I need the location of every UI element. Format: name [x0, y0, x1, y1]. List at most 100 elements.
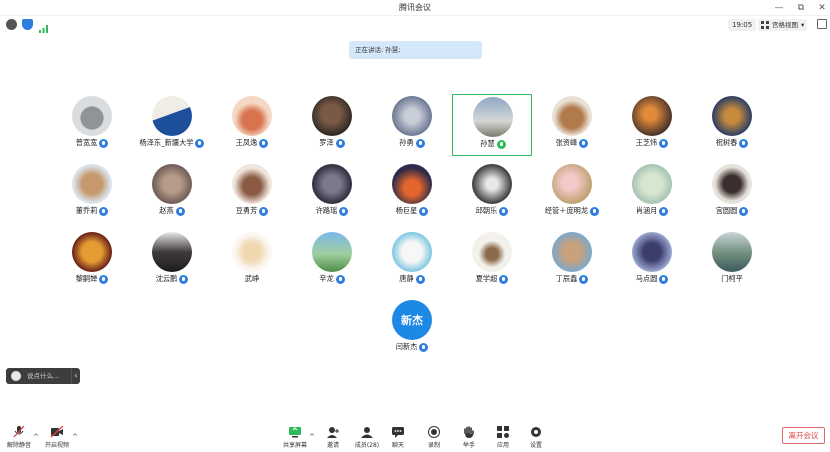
microphone-icon — [499, 206, 509, 216]
avatar — [632, 232, 672, 272]
microphone-icon — [659, 206, 669, 216]
fullscreen-icon[interactable] — [817, 19, 827, 29]
participant-name: 董乔莉 — [75, 206, 98, 215]
video-options-caret[interactable]: ^ — [72, 433, 78, 441]
leave-meeting-button[interactable]: 离开会议 — [782, 427, 825, 444]
participant-tile[interactable]: 肖涵月 — [612, 162, 692, 224]
participant-nameline: 罗泽 — [292, 138, 372, 148]
participant-tile[interactable]: 罗泽 — [292, 94, 372, 156]
collapse-chat-button[interactable]: ‹ — [71, 368, 80, 384]
bottom-toolbar: 解除静音 ^ 开启视频 ^ 共享屏幕 邀请 成员(28) 聊天 录制 举手 应用 设置 ^ 离… — [0, 424, 830, 452]
participant-tile[interactable]: 黎嗣婵 — [52, 230, 132, 292]
settings-button[interactable]: 设置 — [519, 426, 553, 450]
participant-tile[interactable]: 张资峰 — [532, 94, 612, 156]
participant-tile[interactable]: 赵燕 — [132, 162, 212, 224]
invite-icon — [327, 427, 339, 438]
participant-name: 唐静 — [399, 274, 414, 283]
participant-nameline: 张资峰 — [532, 138, 612, 148]
participant-tile[interactable]: 孙勇 — [372, 94, 452, 156]
participant-tile[interactable]: 普宽宽 — [52, 94, 132, 156]
microphone-icon — [590, 206, 600, 216]
participant-tile[interactable]: 邱朝乐 — [452, 162, 532, 224]
view-mode-button[interactable]: 宫格视图 ▾ — [758, 19, 808, 31]
participant-name: 赵燕 — [159, 206, 174, 215]
microphone-icon — [419, 206, 429, 216]
share-screen-button[interactable]: 共享屏幕 — [278, 426, 312, 450]
grid-icon — [761, 21, 769, 29]
participant-tile[interactable]: 沈云鹏 — [132, 230, 212, 292]
emoji-icon[interactable] — [11, 371, 21, 381]
microphone-icon — [259, 206, 269, 216]
participant-tile[interactable]: 夏学超 — [452, 230, 532, 292]
participant-name: 杨巨星 — [395, 206, 418, 215]
minimize-icon[interactable]: — — [772, 1, 786, 15]
participant-tile[interactable]: 经管＋庞明龙 — [532, 162, 612, 224]
participant-nameline: 孙慧 — [453, 139, 533, 149]
participant-tile-active[interactable]: 孙慧 — [452, 94, 532, 156]
microphone-icon — [496, 139, 506, 149]
restore-icon[interactable]: ⧉ — [794, 1, 808, 15]
shield-icon[interactable] — [22, 19, 33, 30]
start-video-label: 开启视频 — [44, 442, 69, 449]
participant-nameline: 祝树春 — [692, 138, 772, 148]
meeting-window: 腾讯会议 — ⧉ ✕ 19:05 宫格视图 ▾ 正在讲话: 孙慧; 普宽宽 杨泽东… — [0, 0, 830, 452]
participant-tile[interactable]: 祝树春 — [692, 94, 772, 156]
microphone-icon — [739, 206, 749, 216]
info-icon[interactable] — [6, 19, 17, 30]
apps-icon — [497, 426, 509, 438]
participant-tile[interactable]: 杨巨星 — [372, 162, 452, 224]
record-icon — [428, 426, 440, 438]
participant-name: 夏学超 — [475, 274, 498, 283]
participant-name: 经管＋庞明龙 — [544, 206, 589, 215]
mic-muted-icon — [13, 426, 25, 438]
microphone-icon — [415, 138, 425, 148]
start-video-button[interactable]: 开启视频 — [40, 426, 74, 450]
microphone-icon — [339, 206, 349, 216]
participant-name: 丁辰鑫 — [555, 274, 578, 283]
participant-name: 豆勇芳 — [235, 206, 258, 215]
avatar — [152, 164, 192, 204]
participant-tile[interactable]: 武峥 — [212, 230, 292, 292]
participant-tile[interactable]: 丁辰鑫 — [532, 230, 612, 292]
avatar — [392, 96, 432, 136]
participant-tile[interactable]: 门柯平 — [692, 230, 772, 292]
participant-nameline: 沈云鹏 — [132, 274, 212, 284]
participant-tile[interactable]: 王凤逸 — [212, 94, 292, 156]
participant-tile[interactable]: 唐静 — [372, 230, 452, 292]
participant-nameline: 许路瑶 — [292, 206, 372, 216]
chat-input[interactable]: 说点什么... ‹ — [6, 368, 80, 384]
status-row: 19:05 宫格视图 ▾ — [0, 17, 830, 33]
avatar — [312, 164, 352, 204]
participant-tile[interactable]: 马点圆 — [612, 230, 692, 292]
close-icon[interactable]: ✕ — [815, 1, 829, 15]
participant-tile[interactable]: 新杰 闫新杰 — [372, 298, 452, 360]
microphone-icon — [259, 138, 269, 148]
speaking-indicator: 正在讲话: 孙慧; — [349, 41, 482, 59]
participant-tile[interactable]: 杨泽东_新疆大学 — [132, 94, 212, 156]
avatar — [232, 96, 272, 136]
share-options-caret[interactable]: ^ — [309, 433, 315, 441]
raise-hand-icon — [464, 426, 474, 438]
avatar-initials: 新杰 — [401, 314, 423, 327]
avatar — [632, 164, 672, 204]
participant-nameline: 马点圆 — [612, 274, 692, 284]
meeting-clock: 19:05 — [728, 19, 757, 31]
participant-nameline: 宫圆圆 — [692, 206, 772, 216]
participant-name: 邱朝乐 — [475, 206, 498, 215]
participant-name: 黎嗣婵 — [75, 274, 98, 283]
participant-tile[interactable]: 董乔莉 — [52, 162, 132, 224]
audio-options-caret[interactable]: ^ — [33, 433, 39, 441]
participant-tile[interactable]: 王芝炜 — [612, 94, 692, 156]
participant-tile[interactable]: 豆勇芳 — [212, 162, 292, 224]
share-screen-icon — [289, 427, 301, 438]
participant-tile[interactable]: 宫圆圆 — [692, 162, 772, 224]
participant-tile[interactable]: 许路瑶 — [292, 162, 372, 224]
participant-name: 祝树春 — [715, 138, 738, 147]
participant-name: 门柯平 — [721, 274, 743, 283]
unmute-button[interactable]: 解除静音 — [2, 426, 36, 450]
signal-icon[interactable] — [38, 19, 49, 33]
avatar — [712, 232, 752, 272]
avatar — [552, 96, 592, 136]
participant-tile[interactable]: 辛龙 — [292, 230, 372, 292]
avatar — [392, 164, 432, 204]
